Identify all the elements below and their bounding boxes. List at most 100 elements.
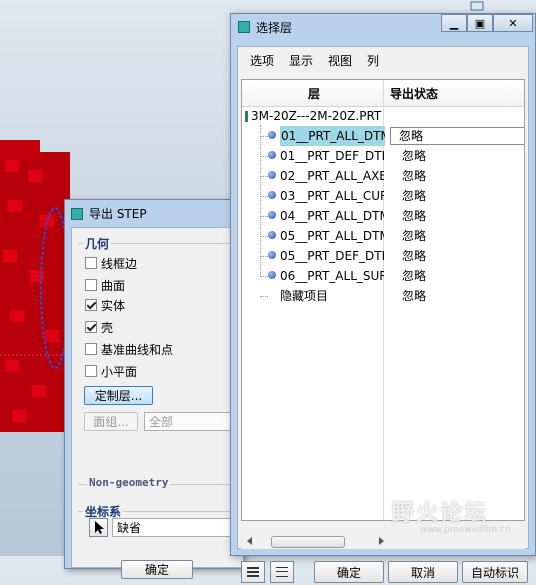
close-button[interactable]: ✕ [493, 14, 533, 32]
option-facets[interactable]: 小平面 [85, 362, 137, 380]
surfaces-label: 曲面 [101, 278, 126, 293]
column-header-layer[interactable]: 层 [308, 80, 320, 106]
minimize-button[interactable]: ▁ [441, 14, 467, 32]
toolbar-icon [470, 1, 484, 11]
watermark-url: www.proewildfire.cn [420, 525, 511, 535]
export-status-field[interactable]: 忽略 [390, 127, 524, 145]
auto-detect-button[interactable]: 自动标识 [462, 561, 528, 583]
tree-tick [260, 296, 268, 297]
layer-row[interactable]: 01__PRT_DEF_DTM 忽略 [242, 146, 524, 166]
menu-bar: 选项 显示 视图 列 [238, 47, 528, 73]
option-solids[interactable]: 实体 [85, 296, 125, 314]
face-group-field: 全部 [144, 412, 244, 431]
select-layer-body: 选项 显示 视图 列 层 导出状态 3M-20Z---2M-20Z.PRT 01… [237, 46, 529, 583]
select-layer-titlebar[interactable]: 选择层 ▁ ▣ ✕ [231, 14, 535, 40]
layer-icon [268, 271, 276, 279]
export-status: 忽略 [402, 209, 427, 223]
layer-name: 06__PRT_ALL_SURF [280, 269, 384, 283]
layer-cancel-button[interactable]: 取消 [388, 561, 458, 583]
maximize-button[interactable]: ▣ [467, 14, 493, 32]
export-step-body: 几何 线框边 曲面 实体 壳 基准曲线和点 小平面 定制层... 面组... 全… [71, 227, 244, 579]
export-step-title: 导出 STEP [89, 207, 147, 221]
layer-row[interactable]: 01__PRT_ALL_DTM 忽略 [242, 126, 524, 146]
tree-tick [260, 276, 268, 277]
layer-icon [268, 191, 276, 199]
list-icon [276, 567, 288, 577]
layer-name: 04__PRT_ALL_DTM [280, 209, 384, 223]
coord-system-field[interactable]: 缺省 [112, 518, 244, 537]
layer-row[interactable]: 02__PRT_ALL_AXES 忽略 [242, 166, 524, 186]
watermark-text: 野火论坛 [392, 501, 489, 526]
solids-checkbox[interactable] [85, 299, 97, 311]
select-layer-dialog: 选择层 ▁ ▣ ✕ 选项 显示 视图 列 层 导出状态 3M-20Z---2M-… [230, 13, 536, 583]
menu-show[interactable]: 显示 [289, 52, 313, 69]
layer-name: 05__PRT_DEF_DTM [280, 249, 384, 263]
list-compact-icon [247, 567, 259, 577]
horizontal-scrollbar[interactable] [241, 535, 525, 549]
option-datum-curves-points[interactable]: 基准曲线和点 [85, 340, 173, 358]
layer-row[interactable]: 04__PRT_ALL_DTM 忽略 [242, 206, 524, 226]
scroll-thumb[interactable] [271, 536, 345, 548]
layer-tree[interactable]: 层 导出状态 3M-20Z---2M-20Z.PRT 01__PRT_ALL_D… [241, 79, 525, 521]
custom-layer-button[interactable]: 定制层... [84, 386, 153, 405]
non-geometry-label: Non-geometry [87, 476, 171, 489]
ok-button[interactable]: 确定 [121, 560, 193, 579]
menu-view[interactable]: 视图 [328, 52, 352, 69]
layer-icon [268, 131, 276, 139]
minimize-icon: ▁ [449, 16, 459, 30]
export-status: 忽略 [402, 269, 427, 283]
app-icon [71, 207, 83, 220]
datum-curves-checkbox[interactable] [85, 343, 97, 355]
view-compact-button[interactable] [241, 561, 265, 583]
export-status: 忽略 [402, 189, 427, 203]
app-icon [238, 21, 250, 33]
view-list-button[interactable] [270, 561, 294, 583]
export-status: 忽略 [402, 229, 427, 243]
tree-tick [260, 196, 268, 197]
layer-ok-button[interactable]: 确定 [314, 561, 384, 583]
solids-label: 实体 [101, 298, 126, 313]
option-shells[interactable]: 壳 [85, 318, 113, 336]
select-coord-button[interactable] [89, 518, 108, 537]
scroll-right-icon[interactable] [379, 537, 384, 545]
facets-checkbox[interactable] [85, 365, 97, 377]
export-status: 忽略 [402, 169, 427, 183]
datum-curves-label: 基准曲线和点 [101, 342, 174, 357]
wireframe-edges-checkbox[interactable] [85, 257, 97, 269]
export-step-titlebar[interactable]: 导出 STEP [65, 200, 243, 227]
shells-checkbox[interactable] [85, 321, 97, 333]
layer-name: 01__PRT_ALL_DTM [280, 126, 385, 146]
close-icon: ✕ [508, 16, 518, 30]
menu-columns[interactable]: 列 [367, 52, 379, 69]
part-icon [245, 110, 248, 122]
layer-icon [268, 171, 276, 179]
facets-label: 小平面 [101, 364, 138, 379]
layer-icon [268, 151, 276, 159]
export-status: 忽略 [402, 289, 427, 303]
tree-tick [260, 176, 268, 177]
column-header-export-status[interactable]: 导出状态 [390, 80, 438, 106]
layer-name: 02__PRT_ALL_AXES [280, 169, 384, 183]
select-layer-title: 选择层 [256, 20, 293, 35]
tree-tick [260, 256, 268, 257]
menu-options[interactable]: 选项 [250, 52, 274, 69]
tree-tick [260, 236, 268, 237]
layer-row-hidden-items[interactable]: 隐藏项目 忽略 [242, 286, 524, 306]
option-wireframe-edges[interactable]: 线框边 [85, 254, 137, 272]
export-status: 忽略 [402, 249, 427, 263]
layer-row[interactable]: 05__PRT_ALL_DTM 忽略 [242, 226, 524, 246]
layer-row[interactable]: 03__PRT_ALL_CURV 忽略 [242, 186, 524, 206]
tree-root-label: 3M-20Z---2M-20Z.PRT [251, 109, 382, 123]
layer-name: 03__PRT_ALL_CURV [280, 189, 384, 203]
tree-tick [260, 156, 268, 157]
option-surfaces[interactable]: 曲面 [85, 276, 125, 294]
tree-tick [260, 216, 268, 217]
export-step-dialog: 导出 STEP 几何 线框边 曲面 实体 壳 基准曲线和点 小平面 定制层... [64, 199, 244, 579]
scroll-left-icon[interactable] [247, 537, 252, 545]
layer-row[interactable]: 05__PRT_DEF_DTM 忽略 [242, 246, 524, 266]
tree-tick [260, 136, 268, 137]
face-group-button: 面组... [84, 412, 138, 431]
surfaces-checkbox[interactable] [85, 279, 97, 291]
tree-root[interactable]: 3M-20Z---2M-20Z.PRT [242, 108, 381, 124]
layer-row[interactable]: 06__PRT_ALL_SURF 忽略 [242, 266, 524, 286]
